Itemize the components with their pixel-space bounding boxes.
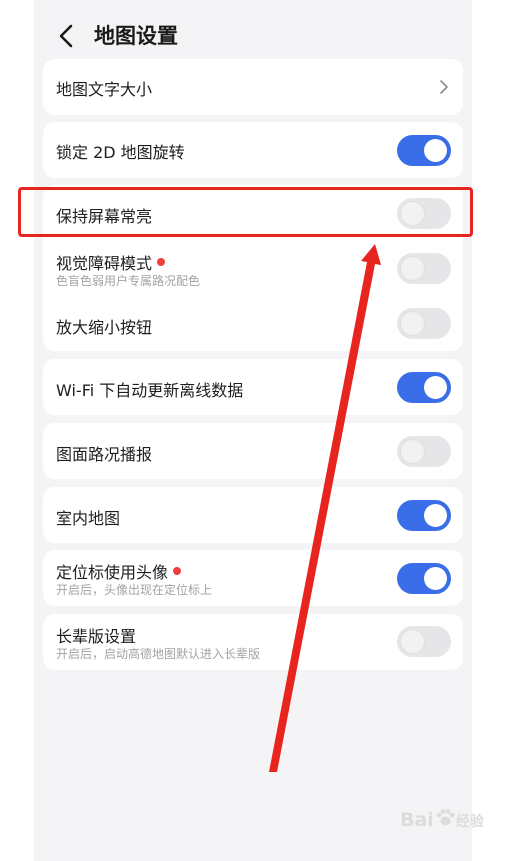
watermark: Bai 经验 xyxy=(400,808,484,831)
paw-icon xyxy=(436,809,455,826)
watermark-suffix: 经验 xyxy=(455,814,484,830)
watermark-text: Bai xyxy=(400,809,434,831)
annotation-arrow xyxy=(269,244,381,772)
